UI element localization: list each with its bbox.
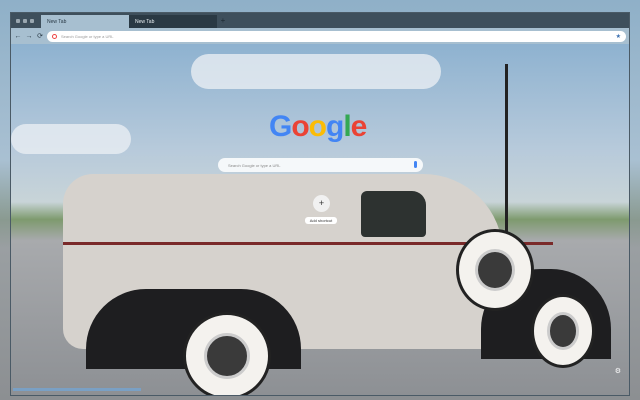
- logo-letter: g: [326, 110, 344, 143]
- cloud: [11, 124, 131, 154]
- tab-new-tab[interactable]: New Tab: [129, 15, 217, 28]
- tab-strip: New Tab New Tab +: [11, 13, 629, 28]
- ntp-search-box[interactable]: Search Google or type a URL: [218, 158, 423, 172]
- rear-wheel: [183, 312, 271, 395]
- car-window: [361, 191, 426, 237]
- tab-new-tab-active[interactable]: New Tab: [41, 15, 129, 28]
- logo-letter: G: [269, 110, 292, 143]
- omnibox-placeholder: Search Google or type a URL: [61, 33, 114, 39]
- omnibox[interactable]: Search Google or type a URL ★: [47, 30, 626, 42]
- logo-letter: e: [350, 110, 368, 143]
- search-placeholder: Search Google or type a URL: [228, 163, 281, 168]
- scrollbar[interactable]: [13, 388, 141, 391]
- cloud: [191, 54, 441, 89]
- microphone-icon[interactable]: [414, 161, 417, 168]
- front-wheel: [531, 294, 595, 368]
- logo-letter: o: [308, 110, 327, 143]
- reload-icon[interactable]: ⟳: [36, 32, 44, 40]
- toolbar: ← → ⟳ Search Google or type a URL ★: [11, 28, 629, 44]
- new-tab-page: Google Search Google or type a URL + Add…: [11, 44, 629, 395]
- back-icon[interactable]: ←: [14, 33, 22, 40]
- spare-wheel: [456, 229, 534, 311]
- add-shortcut-button[interactable]: +: [313, 195, 330, 212]
- google-logo: Google: [269, 110, 368, 144]
- bookmark-star-icon[interactable]: ★: [616, 33, 621, 40]
- logo-letter: o: [291, 110, 309, 143]
- logo-letter: l: [343, 110, 351, 143]
- new-tab-button[interactable]: +: [217, 15, 229, 28]
- forward-icon[interactable]: →: [25, 33, 33, 40]
- browser-window: New Tab New Tab + ← → ⟳ Search Google or…: [10, 12, 630, 396]
- add-shortcut-label[interactable]: Add shortcut: [305, 217, 337, 224]
- customize-gear-icon[interactable]: ⚙: [615, 367, 621, 375]
- window-controls[interactable]: [11, 13, 41, 28]
- google-icon: [52, 33, 57, 39]
